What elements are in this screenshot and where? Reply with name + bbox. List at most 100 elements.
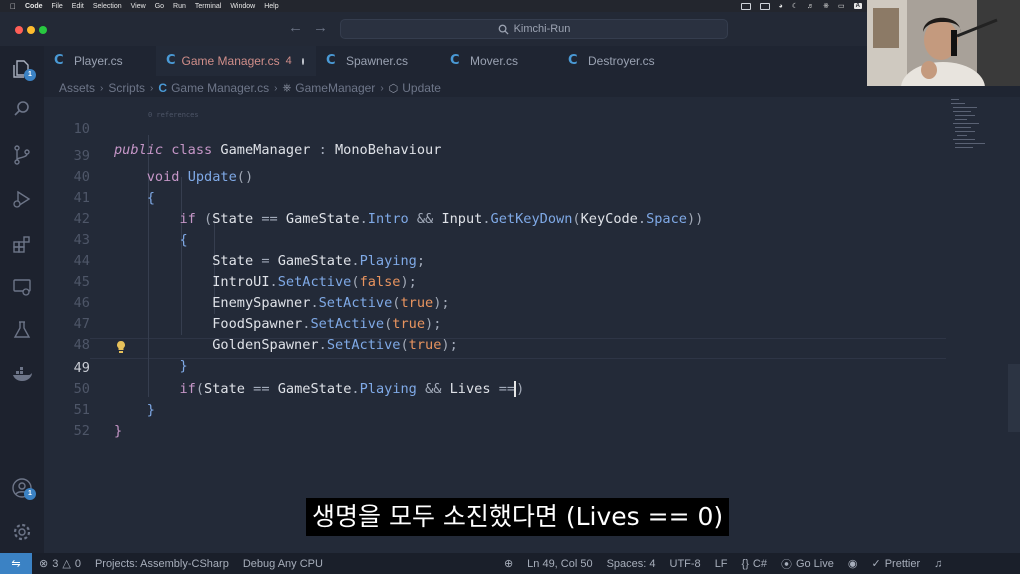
vertical-scrollbar-thumb[interactable] [1008,364,1020,432]
tab-problem-count: 4 [285,55,292,67]
menu-app-code[interactable]: Code [25,3,43,10]
arrow-right-icon[interactable]: → [313,19,328,36]
warning-icon: △ [62,558,71,570]
problems-indicator[interactable]: ⊗ 3 △ 0 [39,557,81,571]
language-mode[interactable]: {} C# [742,558,767,570]
search-icon[interactable] [11,98,33,120]
breadcrumb-method[interactable]: Update [402,81,441,95]
warning-count: 0 [74,557,81,570]
apple-logo-icon[interactable]:  [8,2,18,11]
arrow-left-icon[interactable]: ← [288,19,303,36]
search-icon [498,24,509,35]
copilot-icon[interactable]: ◉ [848,557,858,570]
testing-flask-icon[interactable] [11,319,33,341]
code-line: 48 } [44,314,944,374]
breadcrumb-class[interactable]: GameManager [295,81,375,95]
tab-label: Player.cs [74,54,123,68]
csharp-file-icon: C [450,53,460,68]
menu-selection[interactable]: Selection [93,3,122,10]
minimize-window-button[interactable] [27,26,35,34]
screen-record-icon[interactable] [740,2,751,10]
menu-terminal[interactable]: Terminal [195,3,221,10]
indentation-status[interactable]: Spaces: 4 [607,558,656,570]
gear-icon[interactable] [11,521,33,543]
code-line: 42 { [44,188,944,248]
cursor-position[interactable]: Ln 49, Col 50 [527,558,592,570]
zoom-window-button[interactable] [39,26,47,34]
breadcrumb-scripts[interactable]: Scripts [108,81,145,95]
menu-go[interactable]: Go [155,3,164,10]
code-line: 52 [44,400,944,439]
minimap[interactable] [949,97,999,217]
language-label: C# [752,557,767,570]
go-live-button[interactable]: ⦿ Go Live [781,556,834,572]
check-icon: ✓ [871,558,881,570]
webcam-overlay [867,0,1020,86]
error-icon: ⊗ [39,558,49,570]
menu-view[interactable]: View [131,3,146,10]
menu-file[interactable]: File [52,3,63,10]
breadcrumb-file[interactable]: Game Manager.cs [171,81,269,95]
tab-spawner-cs[interactable]: C Spawner.cs [316,46,440,76]
menu-run[interactable]: Run [173,3,186,10]
close-window-button[interactable] [15,26,23,34]
method-cube-icon: ⬡ [388,82,399,95]
display-icon[interactable] [759,2,770,10]
bluetooth-icon[interactable]: ※ [823,2,829,10]
zoom-icon[interactable]: ⊕ [504,557,513,570]
tab-game-manager-cs[interactable]: C Game Manager.cs 4 [156,46,316,76]
explorer-badge: 1 [24,69,36,81]
csharp-file-icon: C [326,53,336,68]
code-line: 39 void Update() [44,125,944,185]
menu-edit[interactable]: Edit [72,3,84,10]
tab-player-cs[interactable]: C Player.cs [44,46,156,76]
csharp-file-icon: C [166,53,176,68]
menu-help[interactable]: Help [264,3,278,10]
input-source-indicator[interactable]: A [853,3,862,9]
code-line: 40 { [44,146,944,206]
code-line: 46 FoodSpawner.SetActive(true); [44,272,944,332]
code-editor[interactable]: 0 references 10 public class GameManager… [44,97,1020,553]
code-line: 43 State = GameState.Playing; [44,209,944,269]
code-line: 44 IntroUI.SetActive(false); [44,230,944,290]
csharp-file-icon: C [54,53,64,68]
remote-indicator-icon[interactable]: ⇋ [0,553,32,574]
presenter-video-image [867,0,1020,86]
volume-icon[interactable]: ♬ [807,3,814,10]
breadcrumb-assets[interactable]: Assets [59,81,95,95]
prettier-status[interactable]: ✓ Prettier [871,557,920,571]
moon-icon[interactable]: ☾ [792,2,798,10]
breadcrumb: Assets › Scripts › C Game Manager.cs › ⎈… [59,79,441,97]
battery-icon[interactable]: ▭ [838,2,845,10]
line-number: 52 [73,423,90,439]
debug-config-status[interactable]: Debug Any CPU [243,558,323,570]
code-line: 41 if (State == GameState.Intro && Input… [44,167,944,227]
tab-destroyer-cs[interactable]: C Destroyer.cs [558,46,688,76]
code-line: 51 } [44,379,944,439]
tab-label: Destroyer.cs [588,54,655,68]
creative-cloud-icon[interactable]: ◕ [779,3,783,10]
command-center-search[interactable]: Kimchi-Run [340,19,728,39]
run-debug-icon[interactable] [11,188,33,210]
projects-status[interactable]: Projects: Assembly-CSharp [95,558,229,570]
braces-icon: {} [741,557,749,570]
eol-status[interactable]: LF [715,558,728,570]
tab-label: Mover.cs [470,54,519,68]
video-subtitle: 생명을 모두 소진했다면 (Lives == 0) [306,498,730,536]
unsaved-dot-icon[interactable] [301,57,304,65]
tab-mover-cs[interactable]: C Mover.cs [440,46,558,76]
menu-window[interactable]: Window [230,3,255,10]
remote-explorer-icon[interactable] [11,276,33,298]
encoding-status[interactable]: UTF-8 [670,558,701,570]
bell-icon[interactable]: ♫ [934,558,942,570]
status-bar: ⇋ ⊗ 3 △ 0 Projects: Assembly-CSharp Debu… [0,553,1020,574]
tab-label: Game Manager.cs [181,54,280,68]
extensions-icon[interactable] [11,233,33,255]
source-control-icon[interactable] [11,144,33,166]
lightbulb-icon[interactable] [116,340,126,354]
docker-icon[interactable] [11,364,33,386]
chevron-right-icon: › [380,82,384,94]
accounts-badge: 1 [24,488,36,500]
chevron-right-icon: › [100,82,104,94]
code-line: 45 EnemySpawner.SetActive(true); [44,251,944,311]
